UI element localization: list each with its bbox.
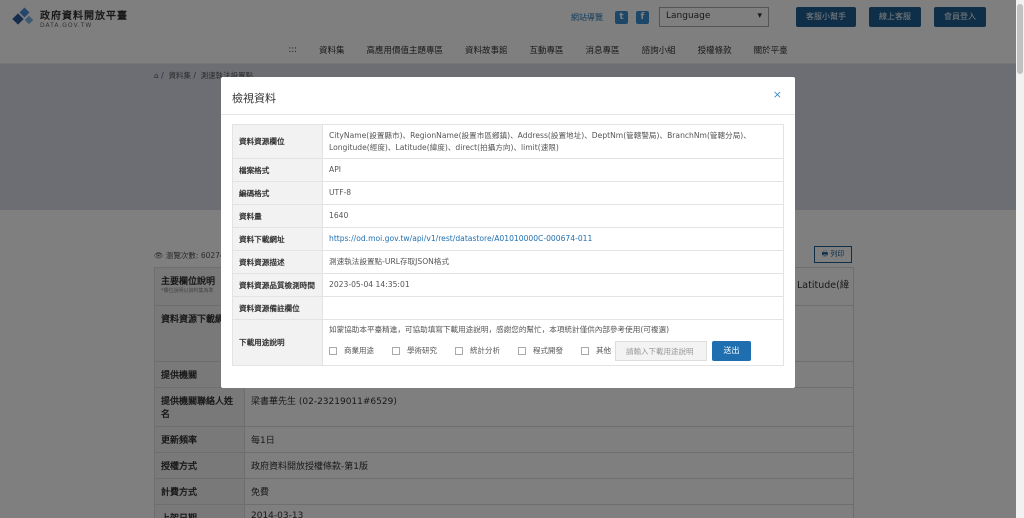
page-scrollbar[interactable] bbox=[1016, 0, 1024, 518]
purpose-other-checkbox[interactable]: 其他 bbox=[581, 345, 611, 357]
purpose-input[interactable]: 請輸入下載用途說明 bbox=[615, 341, 707, 361]
submit-button[interactable]: 送出 bbox=[712, 341, 751, 361]
download-purpose-label: 下載用途說明 bbox=[232, 319, 323, 366]
purpose-statistics-checkbox[interactable]: 統計分析 bbox=[455, 345, 500, 357]
resource-info-table: 資料資源欄位 CityName(設置縣市)、RegionName(設置市區鄉鎮)… bbox=[232, 124, 784, 366]
purpose-commercial-checkbox[interactable]: 商業用途 bbox=[329, 345, 374, 357]
close-icon[interactable]: × bbox=[773, 88, 782, 101]
modal-title: 檢視資料 bbox=[232, 92, 276, 105]
field-value: CityName(設置縣市)、RegionName(設置市區鄉鎮)、Addres… bbox=[322, 124, 784, 159]
view-data-modal: 檢視資料 × 資料資源欄位 CityName(設置縣市)、RegionName(… bbox=[221, 77, 795, 388]
purpose-academic-checkbox[interactable]: 學術研究 bbox=[392, 345, 437, 357]
purpose-development-checkbox[interactable]: 程式開發 bbox=[518, 345, 563, 357]
download-purpose-note: 如蒙協助本平臺精進，可協助填寫下載用途說明，感謝您的幫忙，本項統計僅供內部參考使… bbox=[329, 325, 670, 334]
download-url-link[interactable]: https://od.moi.gov.tw/api/v1/rest/datast… bbox=[329, 234, 592, 243]
field-label: 資料資源欄位 bbox=[232, 124, 323, 159]
